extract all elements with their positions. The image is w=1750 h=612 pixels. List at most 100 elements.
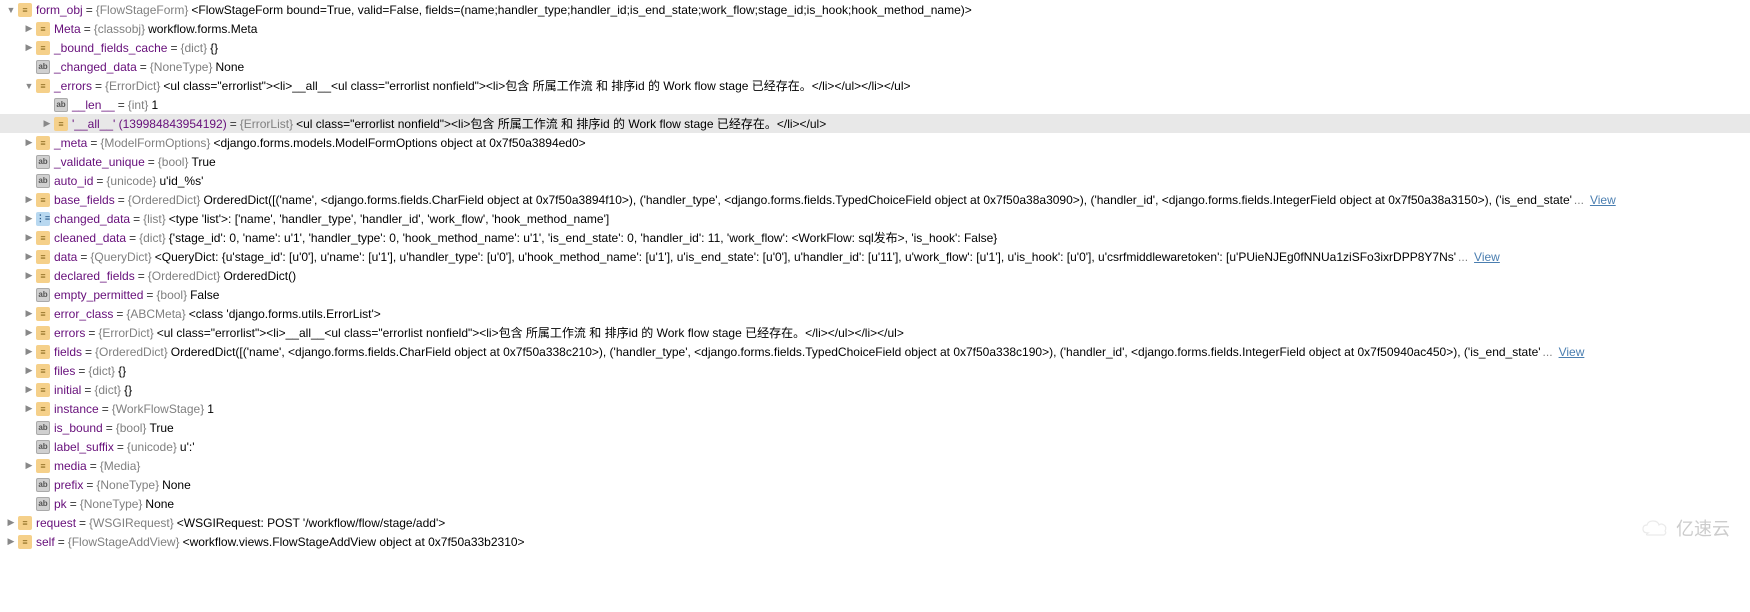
- obj-type-icon: ≡: [36, 307, 50, 321]
- tree-row[interactable]: ▶≡errors = {ErrorDict} <ul class="errorl…: [0, 323, 1750, 342]
- tree-row[interactable]: ▶abempty_permitted = {bool} False: [0, 285, 1750, 304]
- chevron-right-icon[interactable]: ▶: [40, 118, 54, 129]
- tree-row[interactable]: ▶⋮≡changed_data = {list} <type 'list'>: …: [0, 209, 1750, 228]
- ellipsis: ...: [1458, 250, 1468, 264]
- equals-sign: =: [146, 288, 153, 302]
- var-type: {classobj}: [94, 22, 145, 36]
- chevron-right-icon[interactable]: ▶: [4, 536, 18, 547]
- tree-row[interactable]: ▶≡instance = {WorkFlowStage} 1: [0, 399, 1750, 418]
- chevron-right-icon[interactable]: ▶: [22, 232, 36, 243]
- chevron-right-icon[interactable]: ▶: [22, 327, 36, 338]
- var-type: {bool}: [116, 421, 147, 435]
- chevron-right-icon[interactable]: ▶: [22, 23, 36, 34]
- tree-row[interactable]: ▶≡error_class = {ABCMeta} <class 'django…: [0, 304, 1750, 323]
- tree-row[interactable]: ▶ab_changed_data = {NoneType} None: [0, 57, 1750, 76]
- chevron-right-icon[interactable]: ▶: [22, 213, 36, 224]
- view-link[interactable]: View: [1590, 193, 1616, 207]
- var-name: pk: [54, 497, 67, 511]
- obj-type-icon: ≡: [36, 326, 50, 340]
- tree-row[interactable]: ▶abis_bound = {bool} True: [0, 418, 1750, 437]
- tree-row[interactable]: ▶abpk = {NoneType} None: [0, 494, 1750, 513]
- obj-type-icon: ≡: [36, 383, 50, 397]
- chevron-down-icon[interactable]: ▼: [4, 5, 18, 15]
- chevron-right-icon[interactable]: ▶: [22, 308, 36, 319]
- equals-sign: =: [86, 3, 93, 17]
- tree-row[interactable]: ▶≡request = {WSGIRequest} <WSGIRequest: …: [0, 513, 1750, 532]
- tree-row[interactable]: ▶≡cleaned_data = {dict} {'stage_id': 0, …: [0, 228, 1750, 247]
- var-value: None: [162, 478, 191, 492]
- tree-row[interactable]: ▶ab_validate_unique = {bool} True: [0, 152, 1750, 171]
- chevron-right-icon[interactable]: ▶: [22, 251, 36, 262]
- obj-type-icon: ≡: [36, 231, 50, 245]
- var-name: errors: [54, 326, 85, 340]
- tree-row[interactable]: ▶≡initial = {dict} {}: [0, 380, 1750, 399]
- var-value: 1: [207, 402, 214, 416]
- chevron-right-icon[interactable]: ▶: [4, 517, 18, 528]
- var-name: cleaned_data: [54, 231, 126, 245]
- tree-row[interactable]: ▶≡_bound_fields_cache = {dict} {}: [0, 38, 1750, 57]
- equals-sign: =: [58, 535, 65, 549]
- tree-row[interactable]: ▶≡data = {QueryDict} <QueryDict: {u'stag…: [0, 247, 1750, 266]
- obj-type-icon: ≡: [18, 516, 32, 530]
- var-name: __len__: [72, 98, 115, 112]
- var-name: changed_data: [54, 212, 130, 226]
- var-name: _changed_data: [54, 60, 137, 74]
- var-value: u'id_%s': [159, 174, 203, 188]
- tree-row[interactable]: ▶abauto_id = {unicode} u'id_%s': [0, 171, 1750, 190]
- var-name: base_fields: [54, 193, 115, 207]
- var-name: data: [54, 250, 77, 264]
- var-value: <WSGIRequest: POST '/workflow/flow/stage…: [177, 516, 445, 530]
- equals-sign: =: [79, 516, 86, 530]
- obj-type-icon: ≡: [54, 117, 68, 131]
- equals-sign: =: [90, 136, 97, 150]
- tree-row[interactable]: ▶abprefix = {NoneType} None: [0, 475, 1750, 494]
- var-value: <ul class="errorlist"><li>__all__<ul cla…: [163, 77, 910, 94]
- var-type: {OrderedDict}: [95, 345, 168, 359]
- chevron-right-icon[interactable]: ▶: [22, 365, 36, 376]
- tree-row[interactable]: ▼≡_errors = {ErrorDict} <ul class="error…: [0, 76, 1750, 95]
- watermark: 亿速云: [1640, 515, 1730, 541]
- tree-row[interactable]: ▶ab__len__ = {int} 1: [0, 95, 1750, 114]
- var-type: {ModelFormOptions}: [100, 136, 210, 150]
- str-type-icon: ab: [36, 60, 50, 74]
- view-link[interactable]: View: [1559, 345, 1585, 359]
- obj-type-icon: ≡: [36, 402, 50, 416]
- var-type: {OrderedDict}: [148, 269, 221, 283]
- tree-row[interactable]: ▶≡_meta = {ModelFormOptions} <django.for…: [0, 133, 1750, 152]
- list-type-icon: ⋮≡: [36, 212, 50, 226]
- chevron-right-icon[interactable]: ▶: [22, 194, 36, 205]
- var-value: OrderedDict([('name', <django.forms.fiel…: [203, 193, 1571, 207]
- tree-row[interactable]: ▶≡Meta = {classobj} workflow.forms.Meta: [0, 19, 1750, 38]
- equals-sign: =: [84, 383, 91, 397]
- watermark-text: 亿速云: [1676, 515, 1730, 541]
- var-name: declared_fields: [54, 269, 135, 283]
- equals-sign: =: [140, 60, 147, 74]
- var-value: True: [191, 155, 215, 169]
- var-value: <django.forms.models.ModelFormOptions ob…: [213, 136, 585, 150]
- tree-row[interactable]: ▶≡fields = {OrderedDict} OrderedDict([('…: [0, 342, 1750, 361]
- tree-row[interactable]: ▶≡media = {Media}: [0, 456, 1750, 475]
- var-type: {dict}: [88, 364, 115, 378]
- tree-row[interactable]: ▶≡'__all__' (139984843954192) = {ErrorLi…: [0, 114, 1750, 133]
- tree-row[interactable]: ▶≡declared_fields = {OrderedDict} Ordere…: [0, 266, 1750, 285]
- str-type-icon: ab: [54, 98, 68, 112]
- chevron-right-icon[interactable]: ▶: [22, 384, 36, 395]
- tree-row[interactable]: ▶ablabel_suffix = {unicode} u':': [0, 437, 1750, 456]
- chevron-right-icon[interactable]: ▶: [22, 403, 36, 414]
- str-type-icon: ab: [36, 174, 50, 188]
- tree-row[interactable]: ▶≡self = {FlowStageAddView} <workflow.vi…: [0, 532, 1750, 551]
- chevron-down-icon[interactable]: ▼: [22, 81, 36, 91]
- view-link[interactable]: View: [1474, 250, 1500, 264]
- var-value: {}: [124, 383, 132, 397]
- tree-row[interactable]: ▶≡base_fields = {OrderedDict} OrderedDic…: [0, 190, 1750, 209]
- chevron-right-icon[interactable]: ▶: [22, 270, 36, 281]
- tree-row[interactable]: ▼≡form_obj = {FlowStageForm} <FlowStageF…: [0, 0, 1750, 19]
- ellipsis: ...: [1574, 193, 1584, 207]
- chevron-right-icon[interactable]: ▶: [22, 137, 36, 148]
- var-value: None: [145, 497, 174, 511]
- tree-row[interactable]: ▶≡files = {dict} {}: [0, 361, 1750, 380]
- chevron-right-icon[interactable]: ▶: [22, 42, 36, 53]
- chevron-right-icon[interactable]: ▶: [22, 346, 36, 357]
- chevron-right-icon[interactable]: ▶: [22, 460, 36, 471]
- var-type: {OrderedDict}: [128, 193, 201, 207]
